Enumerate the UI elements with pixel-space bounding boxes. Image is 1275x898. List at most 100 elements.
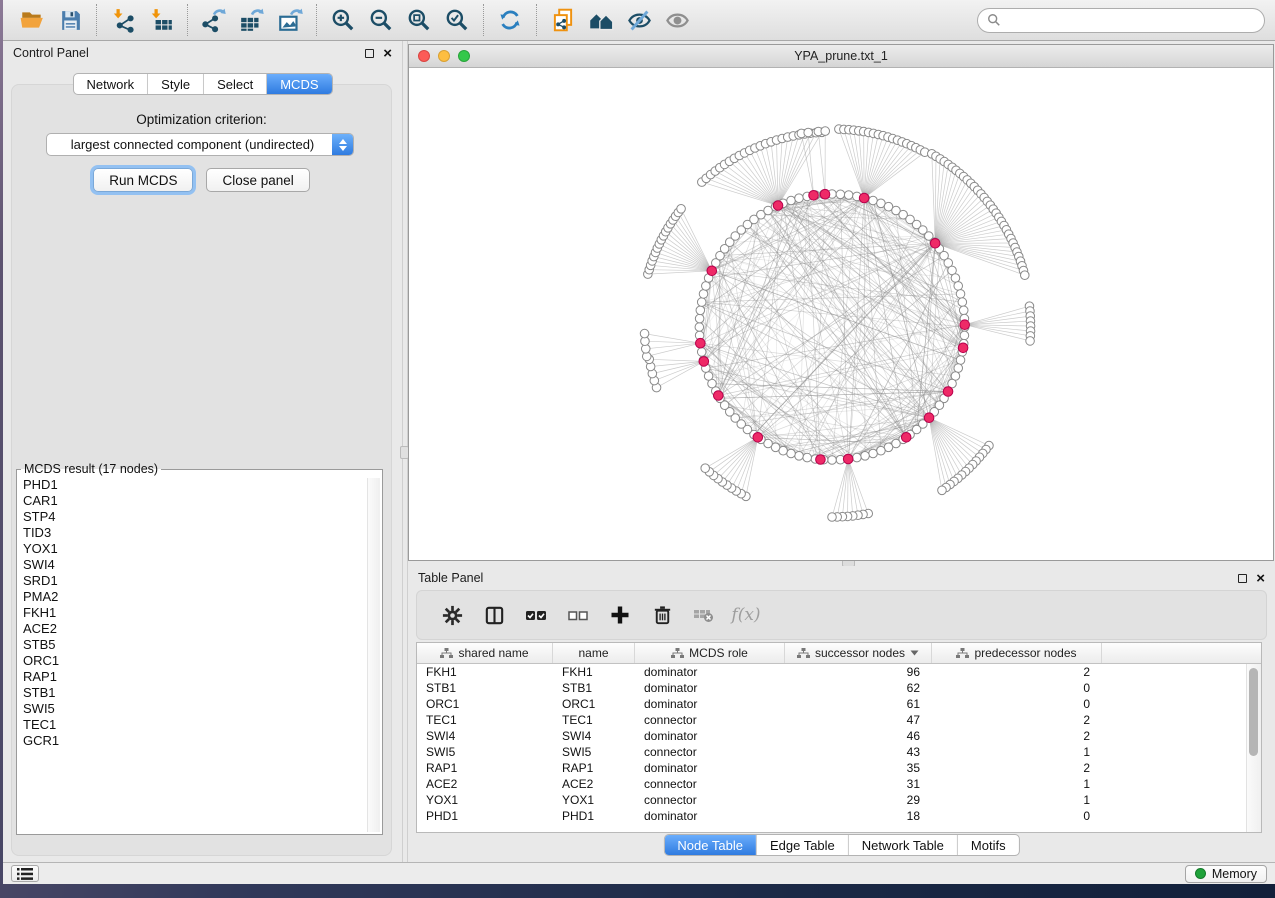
function-builder-button[interactable]: f(x) — [733, 602, 759, 628]
mcds-hub-node[interactable] — [699, 357, 709, 367]
mcds-result-item[interactable]: ORC1 — [23, 653, 367, 669]
select-all-button[interactable] — [523, 602, 549, 628]
ring-node[interactable] — [958, 298, 967, 307]
mcds-result-item[interactable]: SWI4 — [23, 557, 367, 573]
table-row[interactable]: RAP1RAP1dominator352 — [417, 760, 1246, 776]
import-table-button[interactable] — [142, 4, 180, 36]
leaf-node[interactable] — [821, 127, 830, 136]
ring-node[interactable] — [697, 348, 706, 357]
tab-network[interactable]: Network — [73, 74, 147, 94]
ring-node[interactable] — [828, 456, 837, 465]
delete-column-button[interactable] — [649, 602, 675, 628]
mcds-hub-node[interactable] — [713, 391, 723, 401]
tab-network-table[interactable]: Network Table — [848, 835, 957, 855]
mcds-result-item[interactable]: CAR1 — [23, 493, 367, 509]
ring-node[interactable] — [960, 331, 969, 340]
table-scrollbar[interactable] — [1246, 664, 1261, 832]
deselect-all-button[interactable] — [565, 602, 591, 628]
mcds-result-item[interactable]: SRD1 — [23, 573, 367, 589]
ring-node[interactable] — [795, 194, 804, 203]
mcds-result-item[interactable]: STB1 — [23, 685, 367, 701]
search-input[interactable] — [1007, 13, 1255, 27]
ring-node[interactable] — [959, 306, 968, 315]
zoom-out-button[interactable] — [362, 4, 400, 36]
ring-node[interactable] — [869, 449, 878, 458]
mcds-hub-node[interactable] — [924, 413, 934, 423]
export-image-button[interactable] — [271, 4, 309, 36]
float-panel-button[interactable] — [365, 49, 374, 58]
table-row[interactable]: PHD1PHD1dominator180 — [417, 808, 1246, 824]
ring-node[interactable] — [853, 453, 862, 462]
minimize-window-button[interactable] — [438, 50, 450, 62]
ring-node[interactable] — [956, 290, 965, 299]
network-window-titlebar[interactable]: YPA_prune.txt_1 — [409, 45, 1273, 68]
import-network-button[interactable] — [104, 4, 142, 36]
leaf-node[interactable] — [701, 464, 710, 473]
mcds-hub-node[interactable] — [773, 201, 783, 211]
table-row[interactable]: YOX1YOX1connector291 — [417, 792, 1246, 808]
table-row[interactable]: ORC1ORC1dominator610 — [417, 696, 1246, 712]
mcds-list-scrollbar[interactable] — [367, 478, 380, 832]
add-column-button[interactable] — [607, 602, 633, 628]
mcds-hub-node[interactable] — [820, 189, 830, 199]
tab-motifs[interactable]: Motifs — [957, 835, 1019, 855]
column-header-name[interactable]: name — [553, 643, 635, 663]
mcds-hub-node[interactable] — [943, 387, 953, 397]
float-panel-button[interactable] — [1238, 574, 1247, 583]
leaf-node[interactable] — [828, 513, 837, 522]
close-panel-button[interactable]: × — [1256, 574, 1265, 583]
mcds-result-item[interactable]: ACE2 — [23, 621, 367, 637]
tab-select[interactable]: Select — [203, 74, 266, 94]
split-panel-button[interactable] — [481, 602, 507, 628]
table-row[interactable]: ACE2ACE2connector311 — [417, 776, 1246, 792]
zoom-fit-button[interactable] — [400, 4, 438, 36]
ring-node[interactable] — [956, 356, 965, 365]
mcds-result-item[interactable]: PMA2 — [23, 589, 367, 605]
ring-node[interactable] — [954, 282, 963, 291]
zoom-in-button[interactable] — [324, 4, 362, 36]
mcds-hub-node[interactable] — [707, 266, 717, 276]
ring-node[interactable] — [699, 290, 708, 299]
mcds-hub-node[interactable] — [859, 193, 869, 203]
table-row[interactable]: TEC1TEC1connector472 — [417, 712, 1246, 728]
mcds-hub-node[interactable] — [901, 433, 911, 443]
save-session-button[interactable] — [51, 4, 89, 36]
mcds-result-item[interactable]: STP4 — [23, 509, 367, 525]
mcds-hub-node[interactable] — [843, 454, 853, 464]
column-header-shared-name[interactable]: shared name — [417, 643, 553, 663]
criterion-dropdown[interactable]: largest connected component (undirected) — [46, 133, 354, 156]
ring-node[interactable] — [869, 196, 878, 205]
leaf-node[interactable] — [804, 128, 813, 137]
ring-node[interactable] — [787, 196, 796, 205]
mcds-result-item[interactable]: PHD1 — [23, 477, 367, 493]
table-settings-button[interactable] — [439, 602, 465, 628]
leaf-node[interactable] — [640, 329, 649, 338]
leaf-node[interactable] — [677, 205, 686, 214]
table-row[interactable]: FKH1FKH1dominator962 — [417, 664, 1246, 680]
leaf-node[interactable] — [938, 486, 947, 495]
mcds-hub-node[interactable] — [809, 191, 819, 201]
clone-network-button[interactable] — [544, 4, 582, 36]
column-header-mcds-role[interactable]: MCDS role — [635, 643, 785, 663]
close-window-button[interactable] — [418, 50, 430, 62]
close-panel-button[interactable]: × — [383, 49, 392, 58]
column-header-successor-nodes[interactable]: successor nodes — [785, 643, 932, 663]
ring-node[interactable] — [695, 314, 704, 323]
ring-node[interactable] — [787, 449, 796, 458]
mcds-hub-node[interactable] — [696, 338, 706, 348]
mcds-hub-node[interactable] — [958, 343, 968, 353]
close-panel-button-mcds[interactable]: Close panel — [206, 168, 309, 192]
table-row[interactable]: SWI5SWI5connector431 — [417, 744, 1246, 760]
mcds-result-item[interactable]: STB5 — [23, 637, 367, 653]
network-canvas[interactable] — [409, 69, 1273, 560]
first-neighbors-button[interactable] — [582, 4, 620, 36]
ring-node[interactable] — [696, 306, 705, 315]
memory-button[interactable]: Memory — [1185, 865, 1267, 883]
run-mcds-button[interactable]: Run MCDS — [93, 168, 193, 192]
ring-node[interactable] — [836, 190, 845, 199]
mcds-result-item[interactable]: RAP1 — [23, 669, 367, 685]
ring-node[interactable] — [795, 452, 804, 461]
show-all-button[interactable] — [658, 4, 696, 36]
mcds-result-item[interactable]: YOX1 — [23, 541, 367, 557]
mcds-hub-node[interactable] — [816, 455, 826, 465]
